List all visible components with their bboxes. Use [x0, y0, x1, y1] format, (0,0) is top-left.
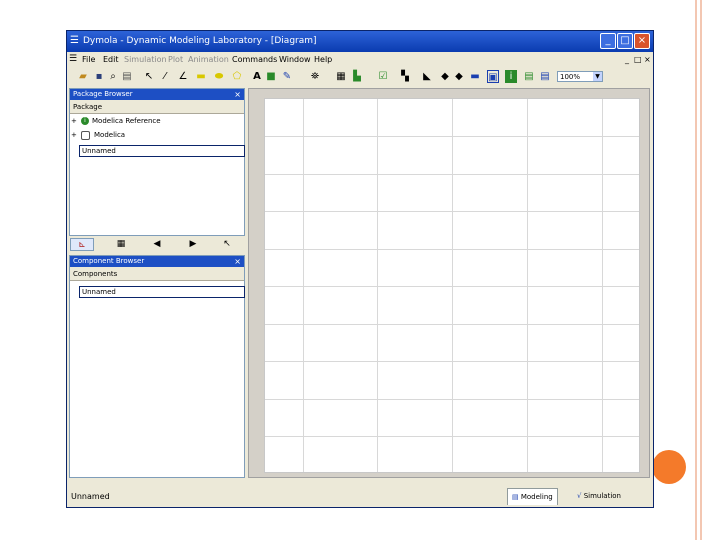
line-color-icon[interactable]: ✎: [281, 70, 293, 83]
grid-line: [265, 361, 639, 362]
align-icon[interactable]: ▚: [399, 70, 411, 83]
grid-toggle-icon[interactable]: ▦: [335, 70, 347, 83]
forward-arrow-icon[interactable]: ◆: [453, 70, 465, 83]
package-browser: Package Browser × Package + i Modelica R…: [69, 88, 245, 236]
expand-icon[interactable]: +: [71, 129, 77, 142]
component-browser-close-icon[interactable]: ×: [234, 256, 241, 267]
decorative-circle: [652, 450, 686, 484]
package-folder-icon: [81, 131, 90, 140]
grid-line: [265, 174, 639, 175]
menu-bar: ☰ File Edit Simulation Plot Animation Co…: [67, 52, 653, 68]
modeling-mode-tab[interactable]: ▤ Modeling: [507, 488, 558, 505]
diagram-canvas[interactable]: [248, 88, 650, 478]
grid-line: [265, 436, 639, 437]
up-nav-icon[interactable]: ↖: [215, 238, 239, 251]
grid-line: [265, 211, 639, 212]
rotate-icon[interactable]: ◣: [421, 70, 433, 83]
text-layer-icon[interactable]: ▤: [523, 70, 535, 83]
minimize-button[interactable]: _: [600, 33, 616, 49]
bitmap-icon[interactable]: ■: [265, 70, 277, 83]
menu-edit[interactable]: Edit: [103, 52, 119, 68]
modeling-icon: ▤: [512, 493, 519, 501]
package-browser-title: Package Browser: [73, 90, 133, 98]
tree-item-label: Modelica: [94, 131, 126, 139]
tree-item-modelica-reference[interactable]: + i Modelica Reference: [70, 115, 244, 128]
simulation-mode-tab[interactable]: √ Simulation: [573, 488, 625, 505]
rectangle-icon[interactable]: ▬: [195, 70, 207, 83]
document-icon: ☰: [69, 54, 78, 64]
title-bar: ☰ Dymola - Dynamic Modeling Laboratory -…: [67, 31, 653, 52]
mdi-minimize-button[interactable]: _: [625, 54, 629, 65]
status-bar: Unnamed ▤ Modeling √ Simulation: [67, 486, 653, 507]
package-column-header[interactable]: Package: [70, 100, 244, 114]
close-button[interactable]: ×: [634, 33, 650, 49]
menu-commands[interactable]: Commands: [232, 52, 277, 68]
browser-nav-bar: ⊾ ▦ ◀ ▶ ↖: [69, 237, 245, 253]
package-icon[interactable]: ▤: [121, 70, 133, 83]
grid-nav-icon[interactable]: ▦: [109, 238, 133, 251]
info-badge-icon: i: [81, 117, 89, 125]
menu-window[interactable]: Window: [279, 52, 311, 68]
app-icon: ☰: [70, 35, 79, 46]
back-arrow-icon[interactable]: ◆: [439, 70, 451, 83]
forward-nav-icon[interactable]: ▶: [181, 238, 205, 251]
zoom-value: 100%: [560, 73, 581, 81]
grid-line: [265, 399, 639, 400]
diagram-view-icon[interactable]: ▣: [487, 70, 499, 83]
menu-help[interactable]: Help: [314, 52, 332, 68]
mdi-close-button[interactable]: ×: [644, 54, 651, 65]
chevron-down-icon: ▼: [593, 72, 602, 81]
search-icon[interactable]: ⌕: [107, 70, 119, 83]
zoom-select[interactable]: 100% ▼: [557, 71, 603, 82]
menu-simulation[interactable]: Simulation: [124, 52, 167, 68]
icon-layer-icon[interactable]: ▬: [469, 70, 481, 83]
components-column-header[interactable]: Components: [70, 267, 244, 281]
diagram-grid[interactable]: [264, 98, 640, 473]
grid-line: [265, 286, 639, 287]
decorative-stripe-left: [695, 0, 697, 540]
save-icon[interactable]: ▪: [93, 70, 105, 83]
back-nav-icon[interactable]: ◀: [145, 238, 169, 251]
package-browser-header: Package Browser ×: [70, 89, 244, 100]
tree-item-label: Modelica Reference: [92, 117, 161, 125]
check-icon[interactable]: ☑: [377, 70, 389, 83]
grid-line: [265, 136, 639, 137]
tree-item-unnamed[interactable]: Unnamed: [79, 145, 245, 157]
expand-icon[interactable]: +: [71, 115, 77, 128]
grid-line: [265, 324, 639, 325]
menu-animation[interactable]: Animation: [188, 52, 229, 68]
maximize-button[interactable]: □: [617, 33, 633, 49]
package-browser-close-icon[interactable]: ×: [234, 89, 241, 100]
text-icon[interactable]: A: [251, 70, 263, 83]
menu-plot[interactable]: Plot: [168, 52, 183, 68]
simulation-tab-label: Simulation: [583, 492, 621, 500]
modeling-tab-label: Modeling: [520, 493, 553, 501]
status-text: Unnamed: [71, 492, 110, 501]
diagram-nav-icon[interactable]: ⊾: [70, 238, 94, 251]
component-browser-header: Component Browser ×: [70, 256, 244, 267]
polygon-icon[interactable]: ⬠: [231, 70, 243, 83]
window-title: Dymola - Dynamic Modeling Laboratory - […: [83, 36, 317, 46]
component-browser: Component Browser × Components Unnamed: [69, 255, 245, 478]
grid-line: [265, 249, 639, 250]
info-icon[interactable]: i: [505, 70, 517, 83]
fill-color-icon[interactable]: ⛯: [309, 70, 321, 83]
connect-line-icon[interactable]: ⁄: [159, 70, 171, 83]
menu-file[interactable]: File: [82, 52, 95, 68]
simulation-icon: √: [577, 492, 582, 500]
mdi-restore-button[interactable]: □: [634, 54, 642, 65]
component-item-unnamed[interactable]: Unnamed: [79, 286, 245, 298]
diagram-layer-icon[interactable]: ▙: [351, 70, 363, 83]
open-folder-icon[interactable]: ▰: [77, 70, 89, 83]
toolbar: ▰ ▪ ⌕ ▤ ↖ ⁄ ∠ ▬ ⬬ ⬠ A ■ ✎ ⛯ ▦ ▙ ☑ ▚ ◣ ◆ …: [67, 69, 653, 85]
select-arrow-icon[interactable]: ↖: [143, 70, 155, 83]
component-browser-title: Component Browser: [73, 257, 145, 265]
polyline-icon[interactable]: ∠: [177, 70, 189, 83]
ellipse-icon[interactable]: ⬬: [213, 70, 225, 83]
decorative-stripe-right: [700, 0, 702, 540]
dymola-window: ☰ Dymola - Dynamic Modeling Laboratory -…: [66, 30, 654, 508]
tree-item-modelica[interactable]: + Modelica: [70, 129, 244, 142]
documentation-icon[interactable]: ▤: [539, 70, 551, 83]
